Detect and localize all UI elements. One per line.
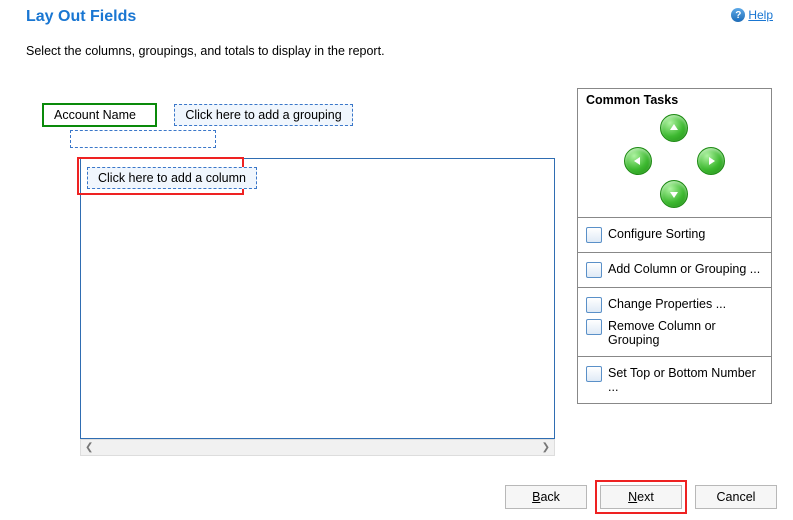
arrow-right-icon (705, 155, 717, 167)
change-properties-button[interactable]: Change Properties ... (586, 294, 763, 316)
page-title: Lay Out Fields (26, 8, 136, 26)
move-down-button[interactable] (660, 180, 688, 208)
change-properties-label: Change Properties ... (608, 297, 726, 311)
common-tasks-title: Common Tasks (578, 89, 771, 111)
instructions-text: Select the columns, groupings, and total… (0, 26, 793, 68)
next-rest: ext (637, 490, 654, 504)
report-canvas[interactable]: Click here to add a column (80, 158, 555, 439)
add-column-grouping-button[interactable]: Add Column or Grouping ... (586, 259, 763, 281)
horizontal-scrollbar[interactable]: ❮ ❯ (80, 439, 555, 456)
help-link[interactable]: ? Help (731, 8, 773, 22)
configure-sorting-label: Configure Sorting (608, 227, 705, 241)
next-button[interactable]: Next (600, 485, 682, 509)
remove-column-grouping-label: Remove Column or Grouping (608, 319, 763, 347)
highlight-next: Next (595, 480, 687, 514)
back-button[interactable]: Back (505, 485, 587, 509)
field-account-name[interactable]: Account Name (42, 103, 157, 127)
move-left-button[interactable] (624, 147, 652, 175)
remove-column-grouping-button[interactable]: Remove Column or Grouping (586, 316, 763, 350)
help-icon: ? (731, 8, 745, 22)
common-tasks-panel: Common Tasks Configure Sorting Add Colum… (577, 88, 772, 404)
add-grouping-placeholder[interactable]: Click here to add a grouping (174, 104, 352, 126)
properties-icon (586, 297, 602, 313)
configure-sorting-button[interactable]: Configure Sorting (586, 224, 763, 246)
empty-grouping-slot[interactable] (70, 130, 216, 148)
arrow-down-icon (668, 188, 680, 200)
cancel-button[interactable]: Cancel (695, 485, 777, 509)
layout-area: Account Name Click here to add a groupin… (42, 94, 553, 456)
set-top-bottom-button[interactable]: Set Top or Bottom Number ... (586, 363, 763, 397)
add-icon (586, 262, 602, 278)
remove-icon (586, 319, 602, 335)
add-column-grouping-label: Add Column or Grouping ... (608, 262, 760, 276)
set-top-bottom-label: Set Top or Bottom Number ... (608, 366, 763, 394)
scroll-left-icon[interactable]: ❮ (85, 442, 93, 453)
scroll-right-icon[interactable]: ❯ (542, 442, 550, 453)
arrow-left-icon (632, 155, 644, 167)
move-right-button[interactable] (697, 147, 725, 175)
sort-icon (586, 227, 602, 243)
arrow-up-icon (668, 122, 680, 134)
move-up-button[interactable] (660, 114, 688, 142)
help-label: Help (748, 8, 773, 22)
wizard-footer: Back Next Cancel (505, 480, 777, 514)
add-column-placeholder[interactable]: Click here to add a column (87, 167, 257, 189)
topn-icon (586, 366, 602, 382)
back-rest: ack (540, 490, 559, 504)
